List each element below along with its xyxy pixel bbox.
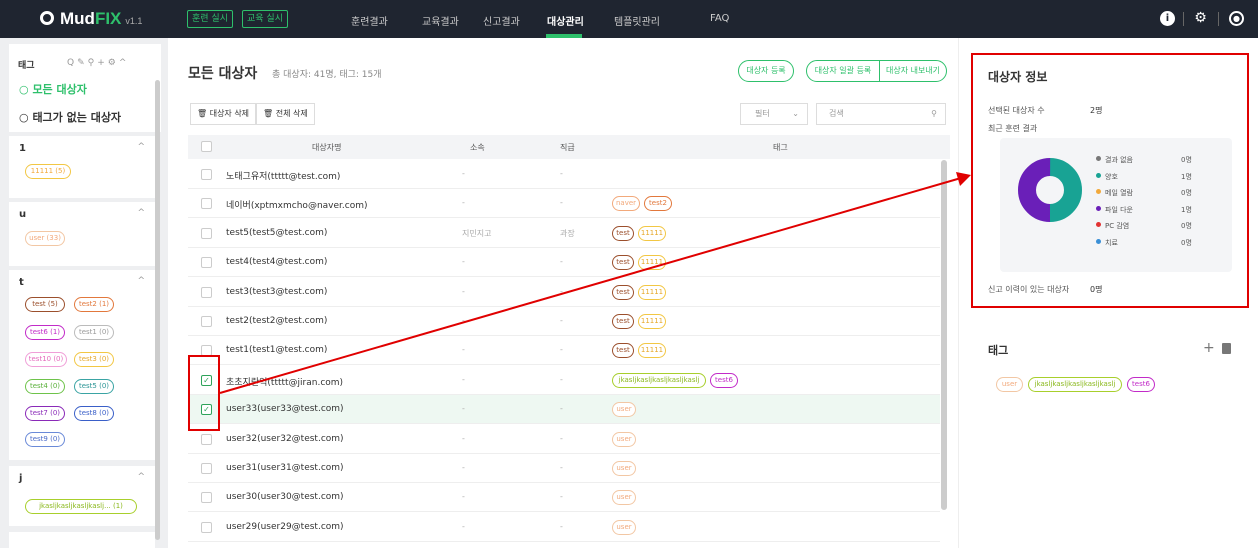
annotation-arrow: [219, 172, 971, 394]
annotation-arrow-head: [956, 172, 971, 186]
annotation-arrow-line: [219, 177, 962, 394]
